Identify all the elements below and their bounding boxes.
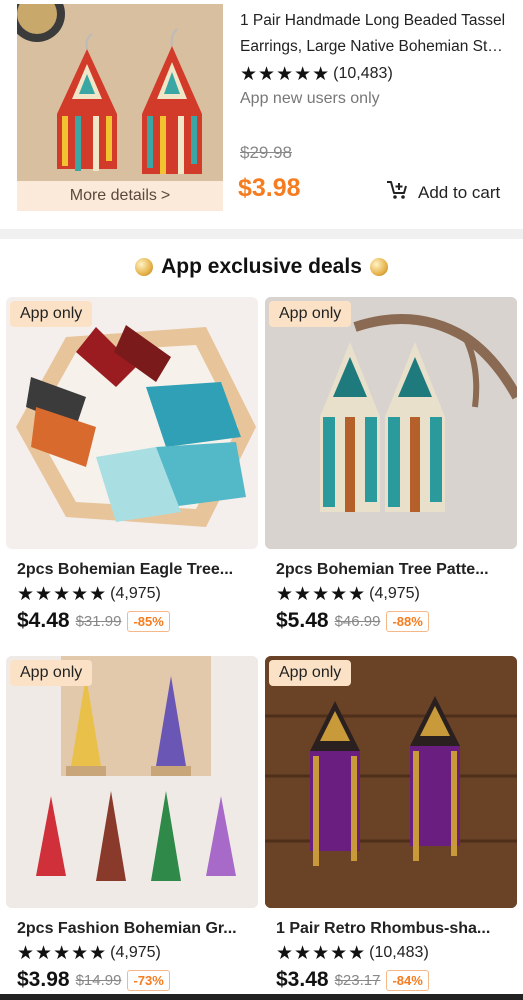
app-only-badge: App only [10,660,93,686]
review-count: (4,975) [110,944,161,961]
original-price: $23.17 [334,971,381,989]
product-title[interactable]: 2pcs Bohemian Tree Patte... [276,561,508,579]
product-rating: ★★★★★ (4,975) [17,942,258,964]
star-rating-icon: ★★★★★ [240,63,331,85]
top-product-rating: ★★★★★ (10,483) [240,63,393,85]
top-product-image[interactable]: More details > [17,4,223,211]
sale-price: $3.48 [276,968,329,991]
system-nav-bar [0,994,523,1000]
product-card[interactable]: App only 2pcs Bohemian Eagle Tree... ★★★… [6,297,258,633]
top-product-title-line1: 1 Pair Handmade Long Beaded Tassel [240,12,506,29]
app-only-badge: App only [269,301,352,327]
product-image[interactable]: App only [6,656,258,908]
discount-badge: -85% [127,610,170,632]
product-title[interactable]: 1 Pair Retro Rhombus-sha... [276,920,508,938]
star-rating-icon: ★★★★★ [276,942,367,964]
add-to-cart-button[interactable]: Add to cart [386,180,500,205]
price-row: $3.48 $23.17 -84% [276,968,517,992]
review-count: (4,975) [110,585,161,602]
add-to-cart-label: Add to cart [418,182,501,202]
app-only-badge: App only [269,660,352,686]
sale-price: $5.48 [276,609,329,632]
top-product-card[interactable]: More details > 1 Pair Handmade Long Bead… [0,0,523,230]
product-rating: ★★★★★ (10,483) [276,942,517,964]
product-title[interactable]: 2pcs Fashion Bohemian Gr... [17,920,249,938]
top-product-title[interactable]: 1 Pair Handmade Long Beaded Tassel Earri… [240,8,510,60]
sale-price: $3.98 [17,968,70,991]
original-price: $29.98 [240,143,292,162]
more-details-label: More details [69,187,157,204]
sale-price: $3.98 [238,174,301,202]
new-users-note: App new users only [240,90,380,107]
price-row: $4.48 $31.99 -85% [17,609,258,633]
product-rating: ★★★★★ (4,975) [276,583,517,605]
product-image[interactable]: App only [265,297,517,549]
product-image[interactable]: App only [265,656,517,908]
original-price: $14.99 [75,971,122,989]
coin-icon [135,258,154,276]
section-header: App exclusive deals [0,250,523,284]
sale-price: $4.48 [17,609,70,632]
star-rating-icon: ★★★★★ [17,583,108,605]
product-rating: ★★★★★ (4,975) [17,583,258,605]
review-count: (4,975) [369,585,420,602]
app-only-badge: App only [10,301,93,327]
price-row: $5.48 $46.99 -88% [276,609,517,633]
product-image[interactable]: App only [6,297,258,549]
section-divider [0,229,523,239]
review-count: (10,483) [333,65,393,82]
chevron-right-icon: > [160,187,171,204]
more-details-link[interactable]: More details > [17,181,223,211]
top-product-title-line2: Earrings, Large Native Bohemian Styl... [240,38,510,55]
discount-badge: -84% [386,969,429,991]
discount-badge: -73% [127,969,170,991]
product-card[interactable]: App only 2pcs Bohemian Tree Patte... ★★★… [265,297,517,633]
star-rating-icon: ★★★★★ [276,583,367,605]
product-card[interactable]: App only 2pcs Fashion Bohemian Gr... ★★★… [6,656,258,992]
review-count: (10,483) [369,944,429,961]
original-price: $46.99 [334,612,381,630]
price-row: $3.98 $14.99 -73% [17,968,258,992]
coin-icon [369,258,388,276]
original-price: $31.99 [75,612,122,630]
star-rating-icon: ★★★★★ [17,942,108,964]
discount-badge: -88% [386,610,429,632]
product-card[interactable]: App only 1 Pair Retro Rhombus-sha... ★★★… [265,656,517,992]
section-title: App exclusive deals [161,255,362,278]
cart-plus-icon [386,180,408,205]
product-title[interactable]: 2pcs Bohemian Eagle Tree... [17,561,249,579]
